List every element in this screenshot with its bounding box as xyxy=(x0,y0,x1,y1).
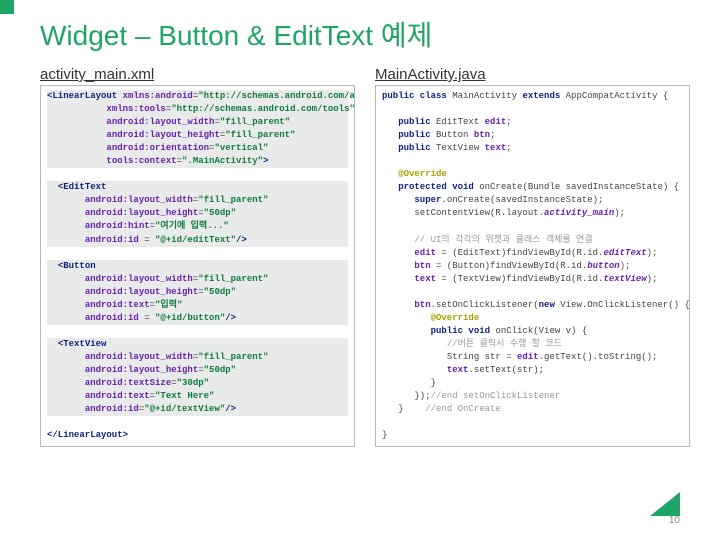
right-filename: MainActivity.java xyxy=(375,66,690,83)
slide-title: Widget – Button & EditText 예제 xyxy=(40,14,690,54)
xml-code: <LinearLayout xmlns:android="http://sche… xyxy=(40,85,355,447)
left-filename: activity_main.xml xyxy=(40,66,355,83)
decor-triangle xyxy=(650,492,680,516)
accent-square xyxy=(0,0,14,14)
left-column: activity_main.xml <LinearLayout xmlns:an… xyxy=(40,66,355,447)
right-column: MainActivity.java public class MainActiv… xyxy=(375,66,690,447)
page-number: 10 xyxy=(669,515,680,526)
java-code: public class MainActivity extends AppCom… xyxy=(375,85,690,447)
